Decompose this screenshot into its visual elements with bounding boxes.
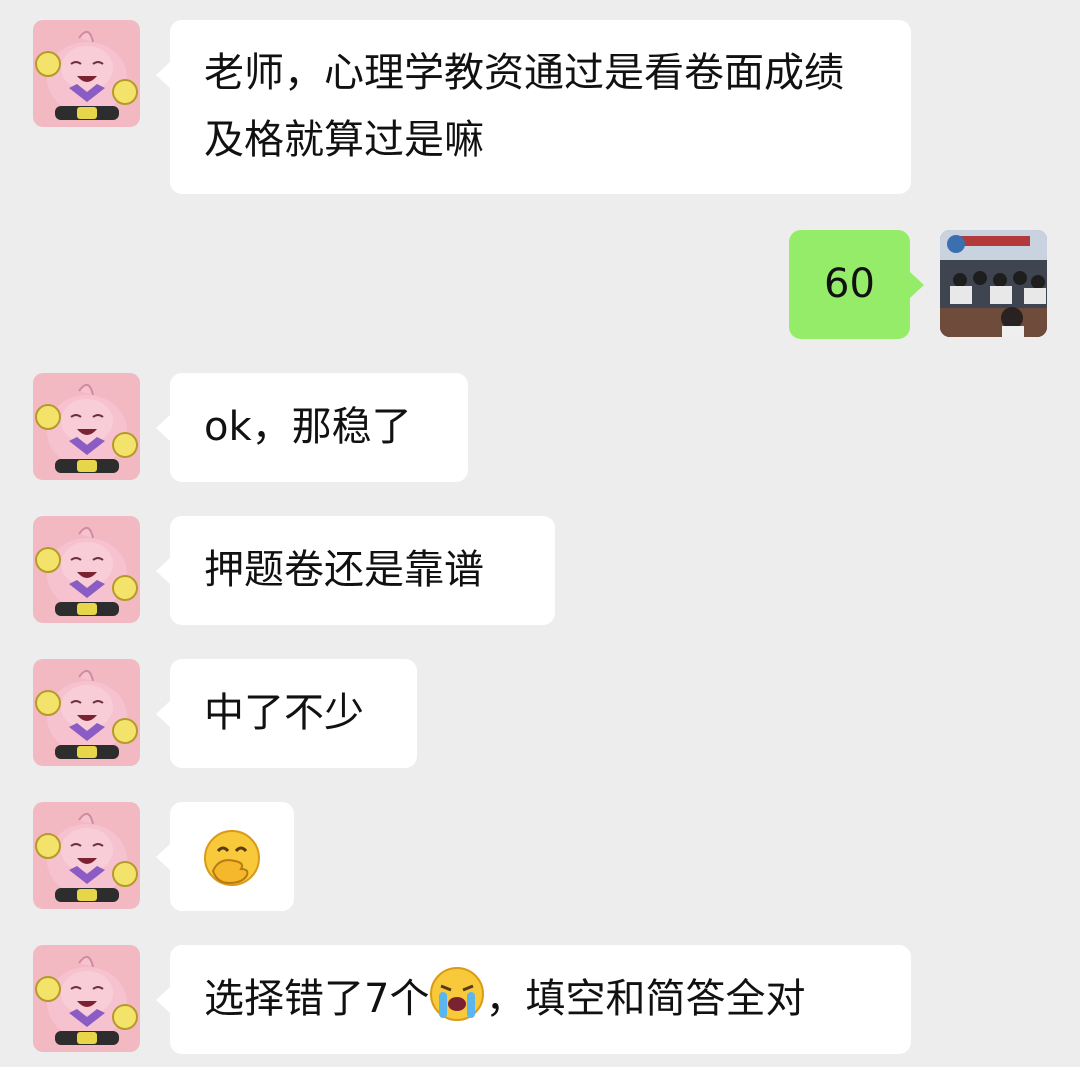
my-avatar[interactable] — [940, 230, 1047, 337]
cartoon-character-icon — [33, 516, 140, 623]
loudly-crying-face-icon — [430, 967, 485, 1021]
message-text: 中了不少 — [204, 690, 364, 736]
incoming-message-bubble[interactable]: 选择错了7个 ，填空和简答全对 — [156, 945, 911, 1054]
incoming-message-bubble[interactable]: ok，那稳了 — [156, 373, 468, 482]
contact-avatar[interactable] — [33, 20, 140, 127]
message-text: 老师，心理学教资通过是看卷面成绩及格就算过是嘛 — [204, 50, 844, 163]
incoming-message-bubble[interactable] — [156, 802, 294, 911]
incoming-message-bubble[interactable]: 中了不少 — [156, 659, 417, 768]
cartoon-character-icon — [33, 659, 140, 766]
cartoon-character-icon — [33, 945, 140, 1052]
meeting-room-photo-icon — [940, 230, 1047, 337]
message-text-part: 选择错了7个 — [204, 976, 430, 1022]
contact-avatar[interactable] — [33, 802, 140, 909]
cartoon-character-icon — [33, 802, 140, 909]
cartoon-character-icon — [33, 20, 140, 127]
incoming-message-bubble[interactable]: 老师，心理学教资通过是看卷面成绩及格就算过是嘛 — [156, 20, 911, 194]
contact-avatar[interactable] — [33, 659, 140, 766]
face-with-hand-over-mouth-icon — [204, 830, 260, 886]
contact-avatar[interactable] — [33, 945, 140, 1052]
message-text: ok，那稳了 — [204, 404, 412, 450]
message-text-part: ，填空和简答全对 — [485, 976, 806, 1022]
cartoon-character-icon — [33, 373, 140, 480]
outgoing-message-bubble[interactable]: 60 — [789, 230, 924, 339]
incoming-message-bubble[interactable]: 押题卷还是靠谱 — [156, 516, 555, 625]
message-text: 押题卷还是靠谱 — [204, 547, 484, 593]
message-text: 60 — [824, 261, 875, 307]
contact-avatar[interactable] — [33, 516, 140, 623]
contact-avatar[interactable] — [33, 373, 140, 480]
